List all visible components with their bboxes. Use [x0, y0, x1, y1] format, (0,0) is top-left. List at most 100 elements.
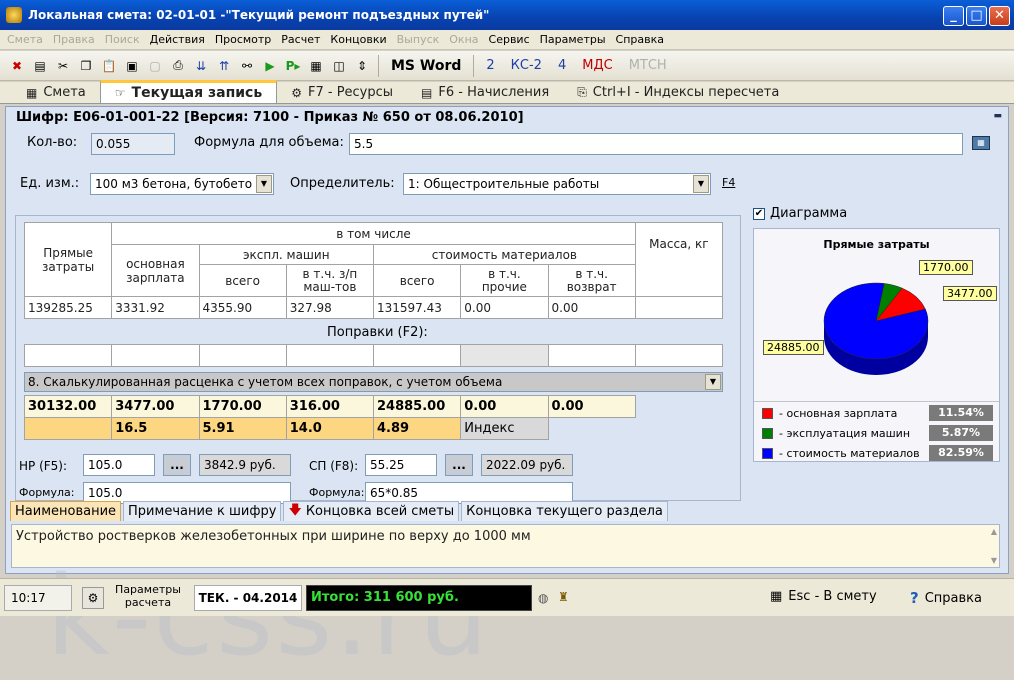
user-icon[interactable]: ♜ [558, 590, 569, 604]
cd-icon[interactable]: ◍ [538, 591, 548, 605]
correction-cell[interactable] [285, 344, 375, 367]
chevron-down-icon[interactable]: ▼ [256, 175, 272, 193]
play-icon[interactable]: ▶ [259, 55, 281, 77]
value-materials-other[interactable]: 0.00 [460, 296, 549, 319]
tab-total-section[interactable]: Концовка текущего раздела [461, 501, 668, 521]
costs-values-row: 139285.25 3331.92 4355.90 327.98 131597.… [23, 296, 724, 319]
value-materials-return[interactable]: 0.00 [547, 296, 636, 319]
copy-icon[interactable]: ❐ [75, 55, 97, 77]
menu-item-5[interactable]: Расчет [276, 33, 325, 46]
menu-item-9[interactable]: Сервис [484, 33, 535, 46]
calendar-icon[interactable]: ▦ [305, 55, 327, 77]
header-including: в том числе [111, 222, 636, 245]
print-icon[interactable]: ⎙ [167, 55, 189, 77]
calculation-select[interactable]: 8. Скалькулированная расценка с учетом в… [24, 372, 723, 392]
chevron-down-icon[interactable]: ▼ [705, 374, 721, 390]
tab-smeta[interactable]: ▦ Смета [12, 82, 100, 103]
index-machines[interactable]: 5.91 [198, 417, 287, 440]
disabled-doc-icon[interactable]: ▢ [144, 55, 166, 77]
tab-resources[interactable]: ⚙ F7 - Ресурсы [277, 82, 407, 103]
nr-browse-button[interactable]: ... [163, 454, 191, 476]
value-machines[interactable]: 4355.90 [198, 296, 287, 319]
index-wage[interactable]: 16.5 [111, 417, 200, 440]
menu-item-10[interactable]: Параметры [535, 33, 611, 46]
menu-item-8[interactable]: Окна [444, 33, 483, 46]
calculator-icon[interactable]: ▦ [972, 136, 990, 150]
move-up-icon[interactable]: ⇈ [213, 55, 235, 77]
tab-charges[interactable]: ▤ F6 - Начисления [407, 82, 563, 103]
tab-current-record[interactable]: ☞ Текущая запись [99, 80, 278, 103]
window-icon[interactable]: ◫ [328, 55, 350, 77]
correction-cell[interactable] [634, 344, 724, 367]
msword-button[interactable]: MS Word [383, 55, 469, 77]
tab-note[interactable]: Примечание к шифру [123, 501, 282, 521]
form-2-button[interactable]: 2 [478, 55, 502, 77]
ks2-button[interactable]: КС-2 [503, 55, 550, 77]
menu-item-3[interactable]: Действия [145, 33, 210, 46]
minimize-button[interactable]: _ [943, 6, 964, 26]
volume-formula-input[interactable]: 5.5 [349, 133, 963, 155]
maximize-button[interactable]: □ [966, 6, 987, 26]
menu-item-11[interactable]: Справка [611, 33, 669, 46]
tab-name[interactable]: Наименование [10, 501, 122, 521]
tab-indices[interactable]: ⎘ Ctrl+I - Индексы пересчета [563, 82, 793, 103]
legend-label: - стоимость материалов [779, 447, 920, 460]
qty-label: Кол-во: [27, 135, 78, 150]
menu-item-2[interactable]: Поиск [100, 33, 145, 46]
f4-link[interactable]: F4 [722, 176, 735, 189]
value-materials[interactable]: 131597.43 [372, 296, 462, 319]
value-direct[interactable]: 139285.25 [23, 296, 113, 319]
delete-icon[interactable]: ✖ [6, 55, 28, 77]
header-mass: Масса, кг [634, 222, 724, 297]
menu-item-6[interactable]: Концовки [325, 33, 391, 46]
period-indicator[interactable]: ТЕК. - 04.2014 [194, 585, 302, 611]
correction-cell[interactable] [23, 344, 113, 367]
scroll-down-icon[interactable]: ▼ [991, 556, 997, 565]
paste-special-icon[interactable]: ▣ [121, 55, 143, 77]
chart-toggle[interactable]: ✔ Диаграмма [753, 206, 847, 221]
gear-icon[interactable]: ⚙ [82, 587, 104, 609]
unit-select[interactable]: 100 м3 бетона, бутобето ▼ [90, 173, 274, 195]
move-down-icon[interactable]: ⇊ [190, 55, 212, 77]
updown-icon[interactable]: ⇕ [351, 55, 373, 77]
menu-item-4[interactable]: Просмотр [210, 33, 276, 46]
index-machines-wage[interactable]: 14.0 [285, 417, 375, 440]
binoculars-icon[interactable]: ⚯ [236, 55, 258, 77]
scroll-up-icon[interactable]: ▲ [991, 527, 997, 536]
menu-item-1[interactable]: Правка [48, 33, 100, 46]
menu-item-0[interactable]: Смета [2, 33, 48, 46]
checkbox-checked-icon[interactable]: ✔ [753, 207, 765, 220]
calc-params-button[interactable]: Параметры расчета [110, 583, 186, 609]
chevron-down-icon[interactable]: ▼ [693, 175, 709, 193]
nr-input[interactable]: 105.0 [83, 454, 155, 476]
mtsn-button[interactable]: МТСН [621, 55, 675, 77]
mds-button[interactable]: МДС [574, 55, 620, 77]
calc-table: 30132.00 3477.00 1770.00 316.00 24885.00… [23, 395, 723, 440]
value-machines-wage[interactable]: 327.98 [285, 296, 375, 319]
value-wage[interactable]: 3331.92 [111, 296, 200, 319]
correction-cell[interactable] [198, 344, 287, 367]
legend-percent-1: 5.87% [929, 425, 993, 441]
description-textarea[interactable]: Устройство ростверков железобетонных при… [11, 524, 1000, 568]
play-p-icon[interactable]: P▸ [282, 55, 304, 77]
correction-cell[interactable] [547, 344, 636, 367]
back-to-estimate-button[interactable]: ▦ Esc - В смету [770, 589, 877, 604]
new-record-icon[interactable]: ▤ [29, 55, 51, 77]
menu-item-7[interactable]: Выпуск [392, 33, 445, 46]
sp-browse-button[interactable]: ... [445, 454, 473, 476]
paste-icon[interactable]: 📋 [98, 55, 120, 77]
close-button[interactable]: ✕ [989, 6, 1010, 26]
value-mass[interactable] [634, 296, 724, 319]
help-button[interactable]: ? Справка [910, 589, 982, 607]
collapse-icon[interactable]: ▬ [993, 111, 1002, 121]
sp-input[interactable]: 55.25 [365, 454, 437, 476]
correction-cell[interactable] [372, 344, 462, 367]
determinant-select[interactable]: 1: Общестроительные работы ▼ [403, 173, 711, 195]
correction-cell[interactable] [460, 344, 549, 367]
cut-icon[interactable]: ✂ [52, 55, 74, 77]
form-4-button[interactable]: 4 [550, 55, 574, 77]
correction-cell[interactable] [111, 344, 200, 367]
index-materials[interactable]: 4.89 [372, 417, 462, 440]
qty-field[interactable]: 0.055 [91, 133, 175, 155]
tab-total-estimate[interactable]: 🡇 Концовка всей сметы [283, 501, 460, 521]
